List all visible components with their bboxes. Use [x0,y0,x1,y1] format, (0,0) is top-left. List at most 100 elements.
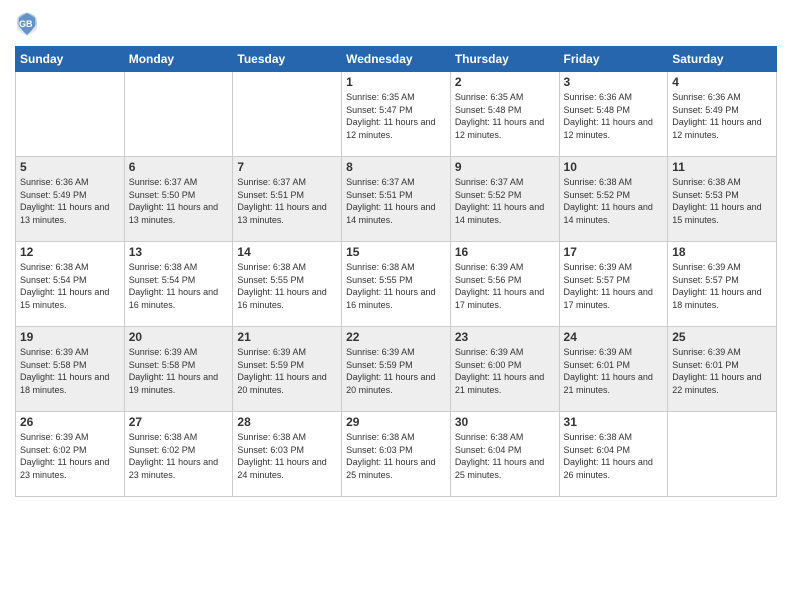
col-wednesday: Wednesday [342,47,451,72]
day-number: 11 [672,160,772,174]
day-number: 17 [564,245,664,259]
table-row [124,72,233,157]
header: GB [15,10,777,38]
day-number: 18 [672,245,772,259]
table-row: 21Sunrise: 6:39 AMSunset: 5:59 PMDayligh… [233,327,342,412]
day-info: Sunrise: 6:39 AMSunset: 6:02 PMDaylight:… [20,431,120,481]
day-info: Sunrise: 6:35 AMSunset: 5:47 PMDaylight:… [346,91,446,141]
day-info: Sunrise: 6:39 AMSunset: 5:59 PMDaylight:… [237,346,337,396]
day-number: 4 [672,75,772,89]
day-info: Sunrise: 6:38 AMSunset: 5:55 PMDaylight:… [237,261,337,311]
table-row: 27Sunrise: 6:38 AMSunset: 6:02 PMDayligh… [124,412,233,497]
day-info: Sunrise: 6:38 AMSunset: 6:03 PMDaylight:… [346,431,446,481]
table-row: 18 Sunrise: 6:39 AMSunset: 5:57 PMDayligh… [668,242,777,327]
table-row: 13 Sunrise: 6:38 AMSunset: 5:54 PMDayligh… [124,242,233,327]
svg-text:GB: GB [19,19,33,29]
day-number: 12 [20,245,120,259]
day-info: Sunrise: 6:39 AMSunset: 6:01 PMDaylight:… [672,346,772,396]
day-info: Sunrise: 6:36 AMSunset: 5:49 PMDaylight:… [20,176,120,226]
day-info: Sunrise: 6:36 AMSunset: 5:48 PMDaylight:… [564,91,664,141]
day-info: Sunrise: 6:39 AMSunset: 5:59 PMDaylight:… [346,346,446,396]
logo: GB [15,10,43,38]
day-info: Sunrise: 6:36 AMSunset: 5:49 PMDaylight:… [672,91,772,141]
col-thursday: Thursday [450,47,559,72]
day-info: Sunrise: 6:39 AMSunset: 5:57 PMDaylight:… [672,261,772,311]
calendar-week-row: 5 Sunrise: 6:36 AMSunset: 5:49 PMDaylight… [16,157,777,242]
table-row: 26Sunrise: 6:39 AMSunset: 6:02 PMDayligh… [16,412,125,497]
day-info: Sunrise: 6:39 AMSunset: 6:00 PMDaylight:… [455,346,555,396]
table-row: 15 Sunrise: 6:38 AMSunset: 5:55 PMDayligh… [342,242,451,327]
day-number: 30 [455,415,555,429]
day-number: 28 [237,415,337,429]
table-row: 16 Sunrise: 6:39 AMSunset: 5:56 PMDayligh… [450,242,559,327]
table-row: 22Sunrise: 6:39 AMSunset: 5:59 PMDayligh… [342,327,451,412]
table-row: 29Sunrise: 6:38 AMSunset: 6:03 PMDayligh… [342,412,451,497]
day-info: Sunrise: 6:38 AMSunset: 5:54 PMDaylight:… [129,261,229,311]
day-info: Sunrise: 6:38 AMSunset: 5:53 PMDaylight:… [672,176,772,226]
day-info: Sunrise: 6:37 AMSunset: 5:51 PMDaylight:… [346,176,446,226]
col-monday: Monday [124,47,233,72]
table-row: 31 Sunrise: 6:38 AMSunset: 6:04 PMDayligh… [559,412,668,497]
table-row: 23 Sunrise: 6:39 AMSunset: 6:00 PMDayligh… [450,327,559,412]
table-row: 17 Sunrise: 6:39 AMSunset: 5:57 PMDayligh… [559,242,668,327]
page: GB Sunday Monday Tuesday Wednesday Thurs… [0,0,792,612]
col-saturday: Saturday [668,47,777,72]
table-row: 19 Sunrise: 6:39 AMSunset: 5:58 PMDayligh… [16,327,125,412]
table-row: 25 Sunrise: 6:39 AMSunset: 6:01 PMDayligh… [668,327,777,412]
calendar-table: Sunday Monday Tuesday Wednesday Thursday… [15,46,777,497]
day-number: 1 [346,75,446,89]
day-number: 31 [564,415,664,429]
day-number: 16 [455,245,555,259]
day-info: Sunrise: 6:38 AMSunset: 5:52 PMDaylight:… [564,176,664,226]
day-number: 13 [129,245,229,259]
table-row: 4 Sunrise: 6:36 AMSunset: 5:49 PMDaylight… [668,72,777,157]
day-info: Sunrise: 6:39 AMSunset: 5:58 PMDaylight:… [20,346,120,396]
table-row: 14Sunrise: 6:38 AMSunset: 5:55 PMDayligh… [233,242,342,327]
table-row: 30 Sunrise: 6:38 AMSunset: 6:04 PMDayligh… [450,412,559,497]
day-info: Sunrise: 6:39 AMSunset: 5:56 PMDaylight:… [455,261,555,311]
table-row: 3 Sunrise: 6:36 AMSunset: 5:48 PMDaylight… [559,72,668,157]
table-row: 5 Sunrise: 6:36 AMSunset: 5:49 PMDaylight… [16,157,125,242]
day-number: 2 [455,75,555,89]
day-info: Sunrise: 6:38 AMSunset: 6:04 PMDaylight:… [455,431,555,481]
day-number: 8 [346,160,446,174]
day-number: 23 [455,330,555,344]
day-info: Sunrise: 6:35 AMSunset: 5:48 PMDaylight:… [455,91,555,141]
table-row: 2 Sunrise: 6:35 AMSunset: 5:48 PMDaylight… [450,72,559,157]
day-number: 24 [564,330,664,344]
day-info: Sunrise: 6:38 AMSunset: 5:55 PMDaylight:… [346,261,446,311]
day-number: 27 [129,415,229,429]
table-row: 10 Sunrise: 6:38 AMSunset: 5:52 PMDayligh… [559,157,668,242]
day-info: Sunrise: 6:37 AMSunset: 5:51 PMDaylight:… [237,176,337,226]
col-tuesday: Tuesday [233,47,342,72]
day-info: Sunrise: 6:38 AMSunset: 6:03 PMDaylight:… [237,431,337,481]
day-number: 3 [564,75,664,89]
day-number: 20 [129,330,229,344]
day-info: Sunrise: 6:39 AMSunset: 5:58 PMDaylight:… [129,346,229,396]
day-info: Sunrise: 6:39 AMSunset: 5:57 PMDaylight:… [564,261,664,311]
day-number: 5 [20,160,120,174]
table-row [233,72,342,157]
logo-icon: GB [15,10,39,38]
day-info: Sunrise: 6:37 AMSunset: 5:52 PMDaylight:… [455,176,555,226]
table-row [16,72,125,157]
day-number: 19 [20,330,120,344]
day-number: 25 [672,330,772,344]
table-row [668,412,777,497]
day-info: Sunrise: 6:38 AMSunset: 6:04 PMDaylight:… [564,431,664,481]
calendar-week-row: 12 Sunrise: 6:38 AMSunset: 5:54 PMDayligh… [16,242,777,327]
day-number: 10 [564,160,664,174]
table-row: 24 Sunrise: 6:39 AMSunset: 6:01 PMDayligh… [559,327,668,412]
calendar-header-row: Sunday Monday Tuesday Wednesday Thursday… [16,47,777,72]
table-row: 8 Sunrise: 6:37 AMSunset: 5:51 PMDaylight… [342,157,451,242]
calendar-week-row: 26Sunrise: 6:39 AMSunset: 6:02 PMDayligh… [16,412,777,497]
day-info: Sunrise: 6:39 AMSunset: 6:01 PMDaylight:… [564,346,664,396]
table-row: 7Sunrise: 6:37 AMSunset: 5:51 PMDaylight… [233,157,342,242]
day-info: Sunrise: 6:38 AMSunset: 5:54 PMDaylight:… [20,261,120,311]
day-number: 6 [129,160,229,174]
day-info: Sunrise: 6:37 AMSunset: 5:50 PMDaylight:… [129,176,229,226]
day-number: 9 [455,160,555,174]
table-row: 1 Sunrise: 6:35 AMSunset: 5:47 PMDaylight… [342,72,451,157]
calendar-week-row: 19 Sunrise: 6:39 AMSunset: 5:58 PMDayligh… [16,327,777,412]
day-number: 15 [346,245,446,259]
